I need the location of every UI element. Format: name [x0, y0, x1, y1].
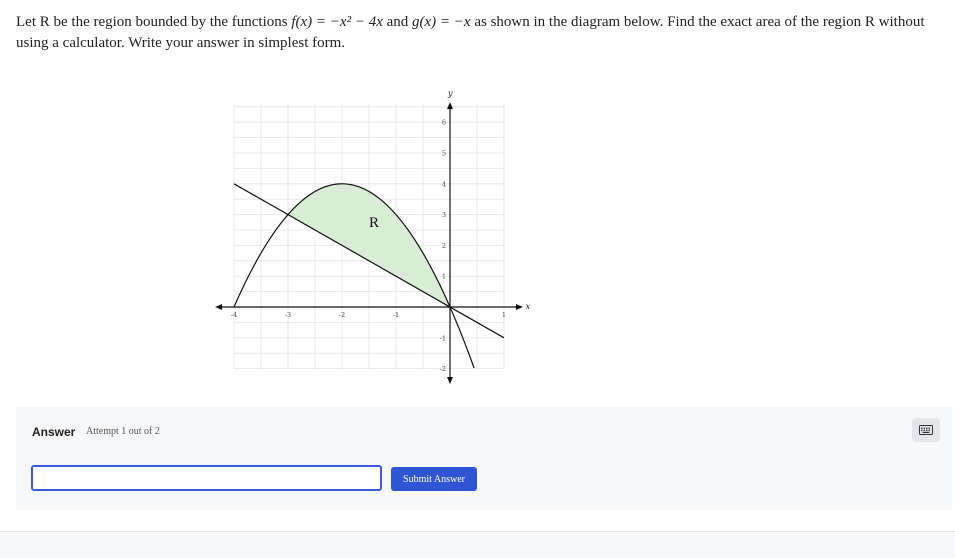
- keyboard-button[interactable]: [912, 418, 940, 442]
- f-expression: f(x) = −x² − 4x: [291, 14, 383, 30]
- answer-input[interactable]: [31, 465, 382, 491]
- region-label: R: [369, 215, 379, 231]
- y-tick-label: -2: [440, 365, 446, 373]
- question-text: Let R be the region bounded by the funct…: [16, 12, 946, 54]
- x-tick-label: -2: [339, 311, 345, 319]
- keyboard-icon: [919, 425, 933, 435]
- y-axis-label: y: [447, 89, 453, 98]
- y-tick-label: 5: [442, 150, 446, 158]
- x-tick-label: 1: [502, 311, 506, 319]
- answer-label: Answer: [32, 425, 76, 439]
- y-tick-label: 6: [442, 119, 446, 127]
- footer: [0, 532, 955, 558]
- x-tick-label: -1: [393, 311, 399, 319]
- x-axis-label: x: [526, 302, 530, 311]
- attempt-counter: Attempt 1 out of 2: [86, 426, 160, 437]
- g-expression: g(x) = −x: [412, 14, 471, 30]
- submit-answer-button[interactable]: Submit Answer: [391, 467, 477, 491]
- x-tick-label: -4: [231, 311, 237, 319]
- function-graph: -4 -3 -2 -1 1 6 5 4 3 2 1 -1 -2 x y R: [215, 89, 530, 384]
- question-part-1: Let R be the region bounded by the funct…: [16, 14, 292, 30]
- y-tick-label: 4: [442, 180, 446, 188]
- y-tick-label: 2: [442, 242, 446, 250]
- answer-panel: Answer Attempt 1 out of 2 Submit Answer: [16, 407, 952, 510]
- y-tick-label: 1: [442, 273, 446, 281]
- x-tick-label: -3: [285, 311, 291, 319]
- y-tick-label: 3: [442, 211, 446, 219]
- y-tick-label: -1: [440, 334, 446, 342]
- question-part-2: and: [382, 14, 413, 30]
